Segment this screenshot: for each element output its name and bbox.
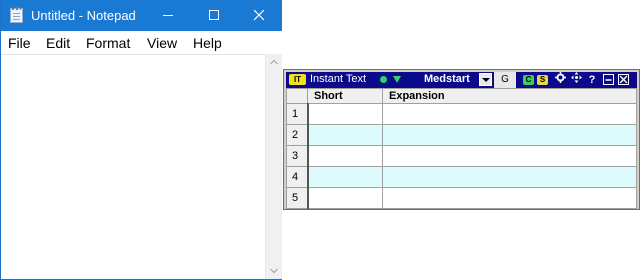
window-title: Untitled - Notepad — [31, 8, 136, 23]
expansion-cell[interactable] — [382, 166, 637, 188]
minimize-icon[interactable] — [603, 74, 614, 85]
row-number: 5 — [286, 187, 309, 209]
row-number: 4 — [286, 166, 309, 188]
row-number: 2 — [286, 124, 309, 146]
menu-view[interactable]: View — [147, 35, 177, 51]
help-icon[interactable]: ? — [586, 72, 598, 88]
move-icon[interactable] — [570, 72, 582, 88]
profile-dropdown-button[interactable] — [479, 73, 492, 86]
status-dot-icon — [380, 76, 387, 83]
expansion-cell[interactable] — [382, 187, 637, 209]
row-number-header — [286, 88, 308, 104]
short-cell[interactable] — [307, 103, 383, 125]
text-editor-area[interactable] — [1, 54, 265, 279]
instant-text-logo: IT — [289, 74, 306, 85]
menu-file[interactable]: File — [8, 35, 31, 51]
short-cell[interactable] — [307, 187, 383, 209]
scroll-up-icon[interactable] — [270, 59, 278, 65]
scroll-down-icon[interactable] — [270, 268, 278, 274]
expansion-cell[interactable] — [382, 145, 637, 167]
g-button[interactable]: G — [494, 72, 516, 88]
profile-name[interactable]: Medstart — [424, 73, 470, 85]
instant-text-title: Instant Text — [310, 73, 367, 85]
maximize-button[interactable] — [191, 0, 237, 31]
row-number: 3 — [286, 145, 309, 167]
expansion-cell[interactable] — [382, 124, 637, 146]
short-cell[interactable] — [307, 145, 383, 167]
table-row[interactable]: 3 — [286, 145, 637, 167]
column-header-short[interactable]: Short — [307, 88, 383, 104]
table-header-row: Short Expansion — [286, 88, 637, 104]
close-icon — [253, 10, 264, 21]
table-row[interactable]: 5 — [286, 187, 637, 209]
notepad-app-icon — [10, 7, 23, 23]
abbreviation-table: Short Expansion 1 2 3 4 5 — [286, 88, 637, 209]
c-badge-button[interactable]: C — [523, 75, 534, 85]
table-row[interactable]: 2 — [286, 124, 637, 146]
menu-edit[interactable]: Edit — [46, 35, 70, 51]
expansion-cell[interactable] — [382, 103, 637, 125]
vertical-scrollbar[interactable] — [265, 54, 282, 279]
s-badge-button[interactable]: S — [537, 75, 548, 85]
minimize-button[interactable] — [145, 0, 191, 31]
maximize-icon — [208, 10, 219, 20]
column-header-expansion[interactable]: Expansion — [382, 88, 637, 104]
table-row[interactable]: 1 — [286, 103, 637, 125]
notepad-window: Untitled - Notepad File Edit Format View… — [0, 0, 282, 280]
notepad-titlebar[interactable]: Untitled - Notepad — [1, 0, 282, 31]
menu-help[interactable]: Help — [193, 35, 222, 51]
instant-text-window: IT Instant Text Medstart G C S ? Short E… — [283, 69, 640, 210]
short-cell[interactable] — [307, 166, 383, 188]
gear-icon[interactable] — [554, 72, 566, 88]
minimize-icon — [162, 15, 173, 16]
short-cell[interactable] — [307, 124, 383, 146]
instant-text-toolbar[interactable]: IT Instant Text Medstart G C S ? — [286, 72, 637, 88]
menu-format[interactable]: Format — [86, 35, 130, 51]
triangle-down-icon[interactable] — [393, 76, 401, 83]
row-number: 1 — [286, 103, 309, 125]
table-row[interactable]: 4 — [286, 166, 637, 188]
menu-bar: File Edit Format View Help — [1, 31, 282, 54]
close-icon[interactable] — [618, 74, 629, 85]
close-button[interactable] — [236, 0, 282, 31]
